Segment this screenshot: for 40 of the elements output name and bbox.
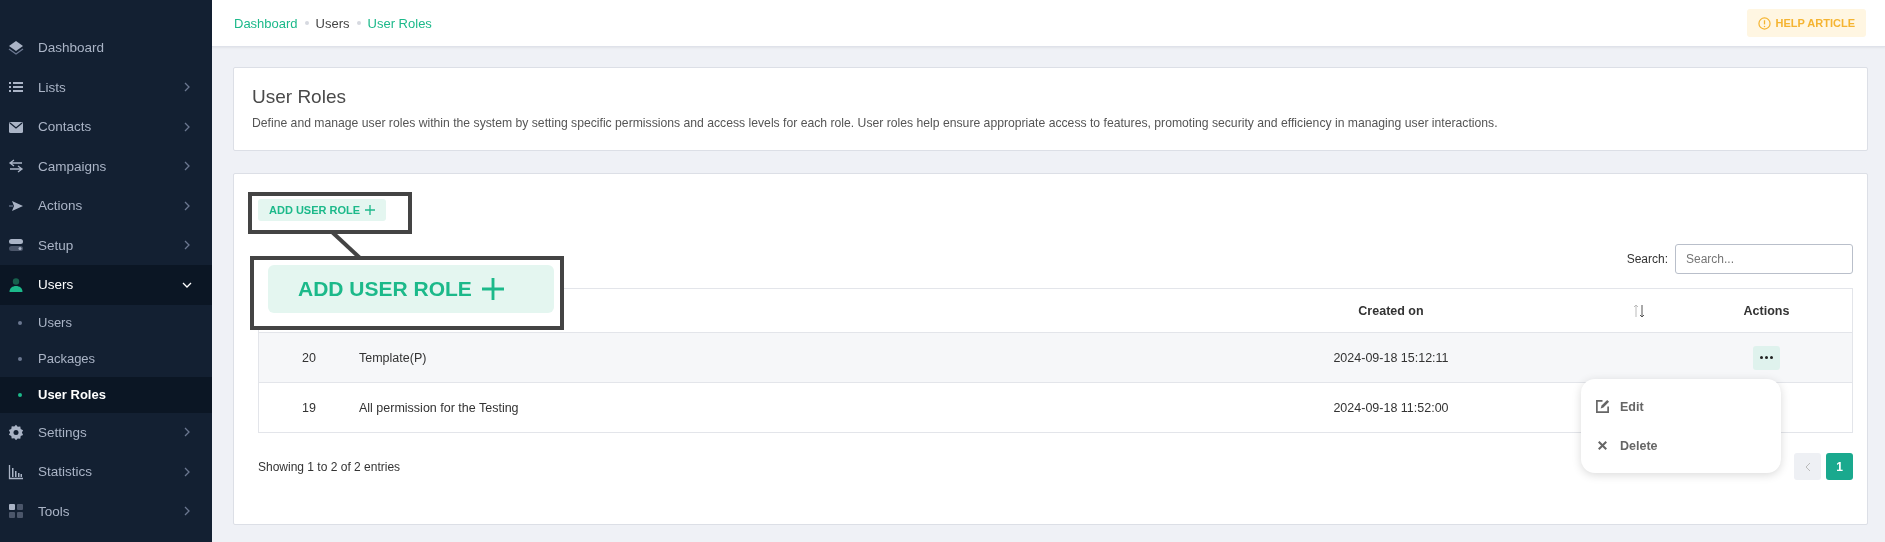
column-header[interactable]: Created on [1358,303,1424,318]
sidebar-item[interactable]: Lists [0,67,212,107]
sidebar-label: Statistics [38,464,93,480]
table-cell: 2024-09-18 11:52:00 [1333,400,1449,415]
menu-item[interactable]: Edit [1581,387,1781,426]
submenu-item[interactable]: User Roles [0,376,212,413]
sidebar-item[interactable]: Settings [0,412,212,452]
menu-item[interactable]: Delete [1581,426,1781,465]
sidebar-label: Dashboard [38,40,106,56]
table-cell: 20 [302,350,316,365]
sidebar-item[interactable]: Campaigns [0,146,212,186]
sidebar-item[interactable]: Users [0,265,212,305]
sidebar-label: Contacts [38,119,93,135]
sidebar-item[interactable]: Statistics [0,452,212,492]
sidebar-item[interactable]: Setup [0,225,212,265]
search-label: Search: [1626,252,1668,266]
table-cell: All permission for the Testing [359,400,519,415]
sidebar-item[interactable]: Dashboard [0,28,212,68]
sidebar-label: Setup [38,237,75,253]
table-cell: Template(P) [359,350,427,365]
sidebar-label: Tools [38,503,71,519]
sidebar-label: Lists [38,79,67,95]
sidebar-label: Settings [38,424,88,440]
search-field[interactable]: Search... [1675,244,1853,274]
breadcrumb-text: Users [315,15,350,31]
page-description: Define and manage user roles within the system by setting specific permissions and access levels for each role. User roles help ensure appropriate access to features, promoting security and efficiency in managing user interactions. [252,116,1499,130]
callout-label: ADD USER ROLE [298,277,472,301]
column-header: Actions [1742,303,1791,318]
page-title: User Roles [252,86,347,108]
sidebar-item[interactable]: Contacts [0,107,212,147]
sidebar-item[interactable]: Tools [0,491,212,531]
entries-info: Showing 1 to 2 of 2 entries [258,459,401,474]
table-cell: 2024-09-18 15:12:11 [1333,350,1449,365]
sidebar-label: Campaigns [38,158,108,174]
submenu-item[interactable]: Packages [0,340,212,377]
sidebar-item[interactable]: Actions [0,186,212,226]
sidebar-label: Users [38,277,75,293]
submenu-item[interactable]: Users [0,304,212,341]
table-cell: 19 [302,400,316,415]
sidebar-label: Actions [38,198,84,214]
